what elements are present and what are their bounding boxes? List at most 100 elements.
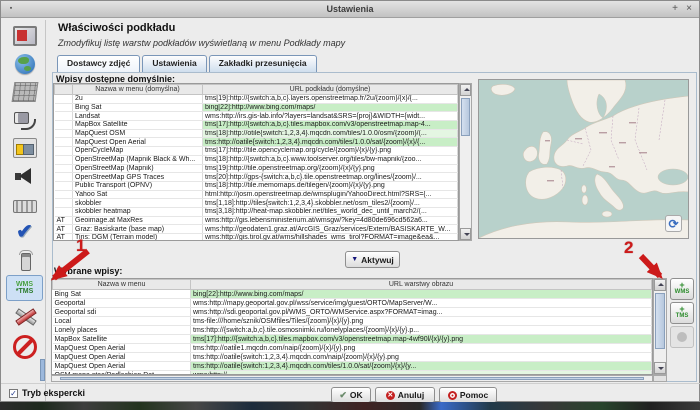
table-row[interactable]: MapQuest Open Aerialtms:http://oatile{sw… (55, 138, 458, 147)
sidebar-item-display-settings[interactable] (6, 23, 43, 49)
cell-url: tms[20]:http://gps-{switch:a,b,c}.tile.o… (203, 173, 458, 182)
window-title: Ustawienia (1, 4, 699, 14)
table-row[interactable]: Geoportalwms:http://mapy.geoportal.gov.p… (53, 299, 652, 308)
advanced-icon (13, 306, 37, 326)
sidebar-item-remote-control[interactable] (6, 247, 43, 273)
table-row[interactable]: Yahoo Sathtml:http://josm.openstreetmap.… (55, 190, 458, 199)
sidebar-scrollbar-thumb[interactable] (40, 359, 45, 381)
selected-table-hscrollbar[interactable] (51, 375, 653, 382)
scroll-down-icon[interactable] (654, 362, 666, 374)
column-header-country[interactable] (55, 85, 73, 95)
refresh-map-icon[interactable]: ⟳ (665, 215, 682, 232)
table-row[interactable]: Bing Satbing[22]:http://www.bing.com/map… (53, 290, 652, 299)
ok-button[interactable]: ✔ OK (331, 387, 371, 403)
cell-name: Lonely places (53, 326, 191, 335)
table-row[interactable]: Lonely placestms:http://{switch:a,b,c}.t… (53, 326, 652, 335)
cell-url: tms[18]:http://tile.memomaps.de/tilegen/… (203, 181, 458, 190)
tab-2[interactable]: Ustawienia (142, 55, 206, 72)
defaults-table-scrollbar[interactable] (459, 83, 472, 241)
scrollbar-thumb[interactable] (655, 293, 665, 349)
table-row[interactable]: Bing Satbing[22]:http://www.bing.com/map… (55, 103, 458, 112)
cell-url: tms:http://oatile{switch:1,2,3,4}.mqcdn.… (191, 362, 652, 371)
table-row[interactable]: MapBox Satellitetms[17]:http://{switch:a… (53, 335, 652, 344)
cell-name: Yahoo Sat (73, 190, 203, 199)
audio-icon (13, 166, 37, 186)
table-row[interactable]: Landsatwms:http://irs.gis-lab.info/?laye… (55, 112, 458, 121)
sidebar-item-imagery[interactable]: WMS*TMS (6, 275, 43, 301)
table-row[interactable]: ATGraz: Basiskarte (base map)wms:http://… (55, 225, 458, 234)
cancel-button[interactable]: ✕ Anuluj (375, 387, 435, 403)
table-row[interactable]: skobbler heatmaptms[3,18]:http://heat-ma… (55, 207, 458, 216)
cell-url: tms[19]:http://{switch:a,b,c}.layers.ope… (203, 95, 458, 104)
selected-label: Wybrane wpisy: (54, 266, 122, 276)
cell-url: tms[18]:http://otile{switch:1,2,3,4}.mqc… (203, 129, 458, 138)
toolbar-device-icon (13, 138, 37, 158)
sidebar-item-shortcuts[interactable] (6, 191, 43, 217)
cell-cc (55, 207, 73, 216)
table-row[interactable]: ATTiris: DGM (Terrain model)wms:http://g… (55, 234, 458, 242)
column-header-name[interactable]: Nazwa w menu (domyślna) (73, 85, 203, 95)
sidebar-item-advanced[interactable] (6, 303, 43, 329)
table-row[interactable]: Public Transport (ÖPNV)tms[18]:http://ti… (55, 181, 458, 190)
column-header-name[interactable]: Nazwa w menu (53, 280, 191, 290)
ok-check-icon: ✔ (339, 390, 347, 401)
cell-name: OpenStreetMap GPS Traces (73, 173, 203, 182)
checkbox-checked-icon[interactable]: ✓ (9, 389, 18, 398)
table-row[interactable]: OpenCycleMaptms[17]:http://tile.opencycl… (55, 147, 458, 156)
scroll-down-icon[interactable] (460, 228, 471, 240)
scroll-up-icon[interactable] (654, 279, 666, 291)
add-entry-disabled-button (670, 326, 694, 348)
cell-name: MapQuest Open Aerial (53, 344, 191, 353)
column-header-url[interactable]: URL podkładu (domyślne) (203, 85, 458, 95)
table-row[interactable]: 2utms[19]:http://{switch:a,b,c}.layers.o… (55, 95, 458, 104)
sidebar-item-connection-settings[interactable] (6, 51, 43, 77)
help-buoy-icon (448, 391, 457, 400)
scroll-up-icon[interactable] (460, 84, 471, 96)
tab-1[interactable]: Dostawcy zdjęć (57, 55, 140, 73)
maximize-icon[interactable]: + (669, 3, 681, 15)
map-preview[interactable]: ⟳ (478, 79, 689, 239)
table-row[interactable]: MapQuest Open Aerialtms:http://oatile1.m… (53, 344, 652, 353)
sidebar-item-map-projection[interactable] (6, 79, 43, 105)
table-row[interactable]: MapQuest OSMtms[18]:http://otile{switch:… (55, 129, 458, 138)
column-header-url[interactable]: URL warstwy obrazu (191, 280, 652, 290)
cell-cc (55, 199, 73, 208)
sidebar-item-offline[interactable] (6, 331, 43, 363)
table-row[interactable]: MapQuest Open Aerialtms:http://oatile{sw… (53, 362, 652, 371)
table-row[interactable]: MapQuest Open Aerialtms:http://oatile{sw… (53, 353, 652, 362)
selected-entries-table[interactable]: Nazwa w menu URL warstwy obrazu Bing Sat… (51, 278, 653, 375)
cell-name: 2u (73, 95, 203, 104)
sidebar-item-audio[interactable] (6, 163, 43, 189)
cell-name: Geoportal (53, 299, 191, 308)
expert-mode-toggle[interactable]: ✓ Tryb ekspercki (9, 388, 85, 398)
titlebar[interactable]: ▪ Ustawienia + × (1, 1, 699, 18)
table-row[interactable]: Localtms-file:///home/sznik/OSMfiles/Til… (53, 317, 652, 326)
desktop-background (0, 402, 700, 410)
table-row[interactable]: Geoportal sdiwms:http://sdi.geoportal.go… (53, 308, 652, 317)
cell-cc (55, 138, 73, 147)
cell-cc (55, 112, 73, 121)
scrollbar-thumb[interactable] (60, 377, 644, 380)
table-row[interactable]: OpenStreetMap (Mapnik Black & Wh...tms[1… (55, 155, 458, 164)
tab-3[interactable]: Zakładki przesunięcia (209, 55, 317, 72)
table-row[interactable]: OpenStreetMap GPS Tracestms[20]:http://g… (55, 173, 458, 182)
sidebar-item-toolbar-device[interactable] (6, 135, 43, 161)
selected-table-scrollbar[interactable] (653, 278, 667, 375)
table-row[interactable]: MapBox Satellitetms[17]:http://{switch:a… (55, 121, 458, 130)
table-row[interactable]: skobblertms[1,18]:http://tiles{switch:1,… (55, 199, 458, 208)
add-wms-button[interactable]: + WMS (670, 278, 694, 300)
cell-url: tms[3,18]:http://heat-map.skobbler.net/t… (203, 207, 458, 216)
help-button[interactable]: Pomoc (439, 387, 497, 403)
default-entries-table[interactable]: Nazwa w menu (domyślna) URL podkładu (do… (53, 83, 459, 241)
scrollbar-thumb[interactable] (461, 98, 470, 136)
imagery-icon: WMS*TMS (16, 281, 34, 295)
close-icon[interactable]: × (683, 3, 695, 15)
activate-button[interactable]: ▼ Aktywuj (345, 251, 400, 268)
sidebar-item-validator[interactable]: ✔ (6, 219, 43, 245)
table-row[interactable]: OpenStreetMap (Mapnik)tms[19]:http://til… (55, 164, 458, 173)
sidebar-item-plugins[interactable] (6, 107, 43, 133)
add-tms-button[interactable]: + TMS (670, 302, 694, 324)
preferences-sidebar: ✔ WMS*TMS (3, 20, 46, 401)
cell-url: tms[19]:http://tile.openstreetmap.org/{z… (203, 164, 458, 173)
table-row[interactable]: ATGeoimage.at MaxReswms:http://gis.leben… (55, 216, 458, 225)
